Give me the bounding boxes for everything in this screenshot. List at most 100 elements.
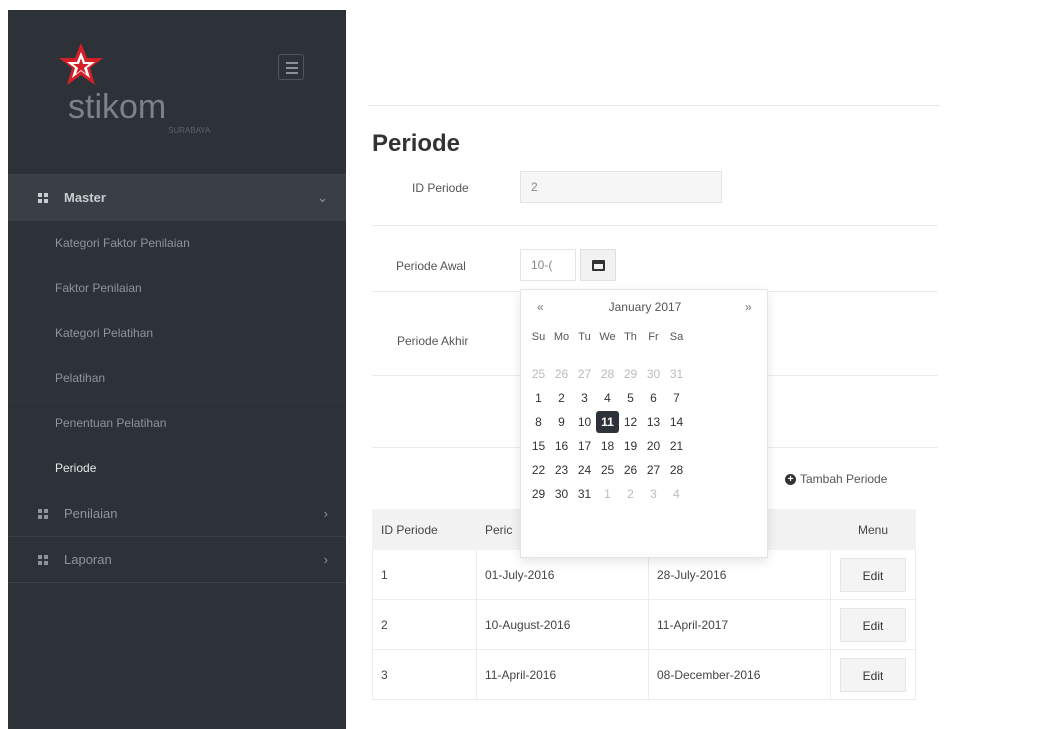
sidebar: stikom SURABAYA Master ⌄ Kategori Faktor… [8, 10, 346, 729]
datepicker-day[interactable]: 25 [596, 459, 619, 481]
datepicker-day[interactable]: 22 [527, 459, 550, 481]
datepicker-day[interactable]: 9 [550, 411, 573, 433]
datepicker-day[interactable]: 26 [619, 459, 642, 481]
edit-button[interactable]: Edit [840, 657, 906, 692]
app-root: stikom SURABAYA Master ⌄ Kategori Faktor… [0, 0, 1059, 729]
form-divider [372, 225, 938, 226]
id-periode-field[interactable]: 2 [520, 171, 722, 203]
datepicker-day[interactable]: 21 [665, 435, 688, 457]
datepicker-day[interactable]: 24 [573, 459, 596, 481]
datepicker-next-button[interactable]: » [745, 300, 752, 314]
datepicker-day[interactable]: 31 [573, 483, 596, 505]
datepicker-day[interactable]: 10 [573, 411, 596, 433]
datepicker-day-other-month[interactable]: 30 [642, 363, 665, 385]
cell-periode-awal: 10-August-2016 [476, 599, 649, 650]
sidebar-item-periode[interactable]: Periode [8, 446, 346, 491]
edit-button[interactable]: Edit [840, 607, 906, 642]
tambah-periode-label: Tambah Periode [800, 472, 888, 486]
table-row: 3 11-April-2016 08-December-2016 Edit [372, 649, 916, 700]
hamburger-icon [286, 62, 298, 64]
datepicker-day-other-month[interactable]: 29 [619, 363, 642, 385]
grid-icon [38, 508, 48, 519]
cell-menu: Edit [830, 649, 916, 700]
sidebar-item-pelatihan[interactable]: Pelatihan [8, 356, 346, 401]
sidebar-item-penentuan-pelatihan[interactable]: Penentuan Pelatihan [8, 401, 346, 446]
datepicker-week-row: 8 9 10 11 12 13 14 [527, 411, 688, 435]
weekday-label: Sa [669, 331, 684, 343]
page-title: Periode [372, 130, 461, 157]
datepicker-weeks: 25 26 27 28 29 30 31 1 2 3 4 5 6 7 8 9 10 11 12 13 14 15 16 17 1… [527, 363, 688, 507]
weekday-label: Fr [648, 331, 659, 343]
datepicker-day[interactable]: 16 [550, 435, 573, 457]
datepicker-day[interactable]: 12 [619, 411, 642, 433]
sidebar-group-label: Penilaian [64, 506, 118, 521]
datepicker-day-other-month[interactable]: 26 [550, 363, 573, 385]
datepicker-day-other-month[interactable]: 1 [596, 483, 619, 505]
grid-icon [38, 554, 48, 565]
edit-button[interactable]: Edit [840, 557, 906, 592]
datepicker-day[interactable]: 30 [550, 483, 573, 505]
datepicker-day[interactable]: 29 [527, 483, 550, 505]
periode-awal-label: Periode Awal [396, 259, 466, 273]
cell-menu: Edit [830, 549, 916, 600]
datepicker-day-other-month[interactable]: 28 [596, 363, 619, 385]
brand-area: stikom SURABAYA [8, 10, 346, 175]
datepicker-day[interactable]: 7 [665, 387, 688, 409]
datepicker-day-other-month[interactable]: 4 [665, 483, 688, 505]
cell-id: 2 [372, 599, 477, 650]
weekday-label: Th [624, 331, 637, 343]
datepicker-day-other-month[interactable]: 3 [642, 483, 665, 505]
datepicker-week-row: 1234567 [527, 387, 688, 411]
datepicker-month-title[interactable]: January 2017 [521, 300, 769, 314]
plus-circle-icon: + [785, 473, 796, 485]
datepicker-day[interactable]: 4 [596, 387, 619, 409]
cell-periode-awal: 11-April-2016 [476, 649, 649, 700]
datepicker-day[interactable]: 27 [642, 459, 665, 481]
datepicker-header: « January 2017 » [521, 298, 769, 320]
datepicker-day[interactable]: 3 [573, 387, 596, 409]
cell-periode-akhir: 08-December-2016 [648, 649, 831, 700]
table-header-id: ID Periode [372, 509, 477, 550]
datepicker-day[interactable]: 2 [550, 387, 573, 409]
tambah-periode-button[interactable]: + Tambah Periode [785, 472, 887, 486]
datepicker-day[interactable]: 28 [665, 459, 688, 481]
datepicker-day-other-month[interactable]: 25 [527, 363, 550, 385]
sidebar-item-kategori-faktor-penilaian[interactable]: Kategori Faktor Penilaian [8, 221, 346, 266]
periode-akhir-label: Periode Akhir [397, 334, 469, 348]
datepicker-day[interactable]: 13 [642, 411, 665, 433]
datepicker-week-row: 22 23 24 25 26 27 28 [527, 459, 688, 483]
menu-toggle-button[interactable] [278, 54, 304, 80]
datepicker-day[interactable]: 8 [527, 411, 550, 433]
sidebar-group-master[interactable]: Master ⌄ [8, 175, 346, 221]
datepicker-day-other-month[interactable]: 31 [665, 363, 688, 385]
datepicker-day-other-month[interactable]: 2 [619, 483, 642, 505]
weekday-label: Su [531, 331, 546, 343]
logo-subtext: SURABAYA [168, 126, 211, 135]
sidebar-item-faktor-penilaian[interactable]: Faktor Penilaian [8, 266, 346, 311]
calendar-button[interactable] [580, 249, 616, 281]
datepicker-day[interactable]: 18 [596, 435, 619, 457]
calendar-icon [592, 260, 605, 271]
chevron-right-icon: › [323, 506, 328, 521]
sidebar-item-kategori-pelatihan[interactable]: Kategori Pelatihan [8, 311, 346, 356]
chevron-down-icon: ⌄ [317, 190, 328, 205]
sidebar-group-label: Laporan [64, 552, 112, 567]
datepicker-week-row: 25 26 27 28 29 30 31 [527, 363, 688, 387]
datepicker-day-other-month[interactable]: 27 [573, 363, 596, 385]
datepicker-day[interactable]: 11 [596, 411, 619, 433]
periode-awal-input[interactable]: 10-( [520, 249, 576, 281]
datepicker-day[interactable]: 19 [619, 435, 642, 457]
datepicker-day[interactable]: 14 [665, 411, 688, 433]
datepicker-day[interactable]: 1 [527, 387, 550, 409]
datepicker-day[interactable]: 6 [642, 387, 665, 409]
datepicker-weekday-row: Su Mo Tu We Th Fr Sa [527, 326, 688, 350]
sidebar-group-laporan[interactable]: Laporan › [8, 537, 346, 583]
hamburger-icon [286, 72, 298, 74]
datepicker-day[interactable]: 20 [642, 435, 665, 457]
datepicker-week-row: 15 16 17 18 19 20 21 [527, 435, 688, 459]
sidebar-group-penilaian[interactable]: Penilaian › [8, 491, 346, 537]
datepicker-day[interactable]: 5 [619, 387, 642, 409]
datepicker-day[interactable]: 17 [573, 435, 596, 457]
datepicker-day[interactable]: 15 [527, 435, 550, 457]
datepicker-day[interactable]: 23 [550, 459, 573, 481]
